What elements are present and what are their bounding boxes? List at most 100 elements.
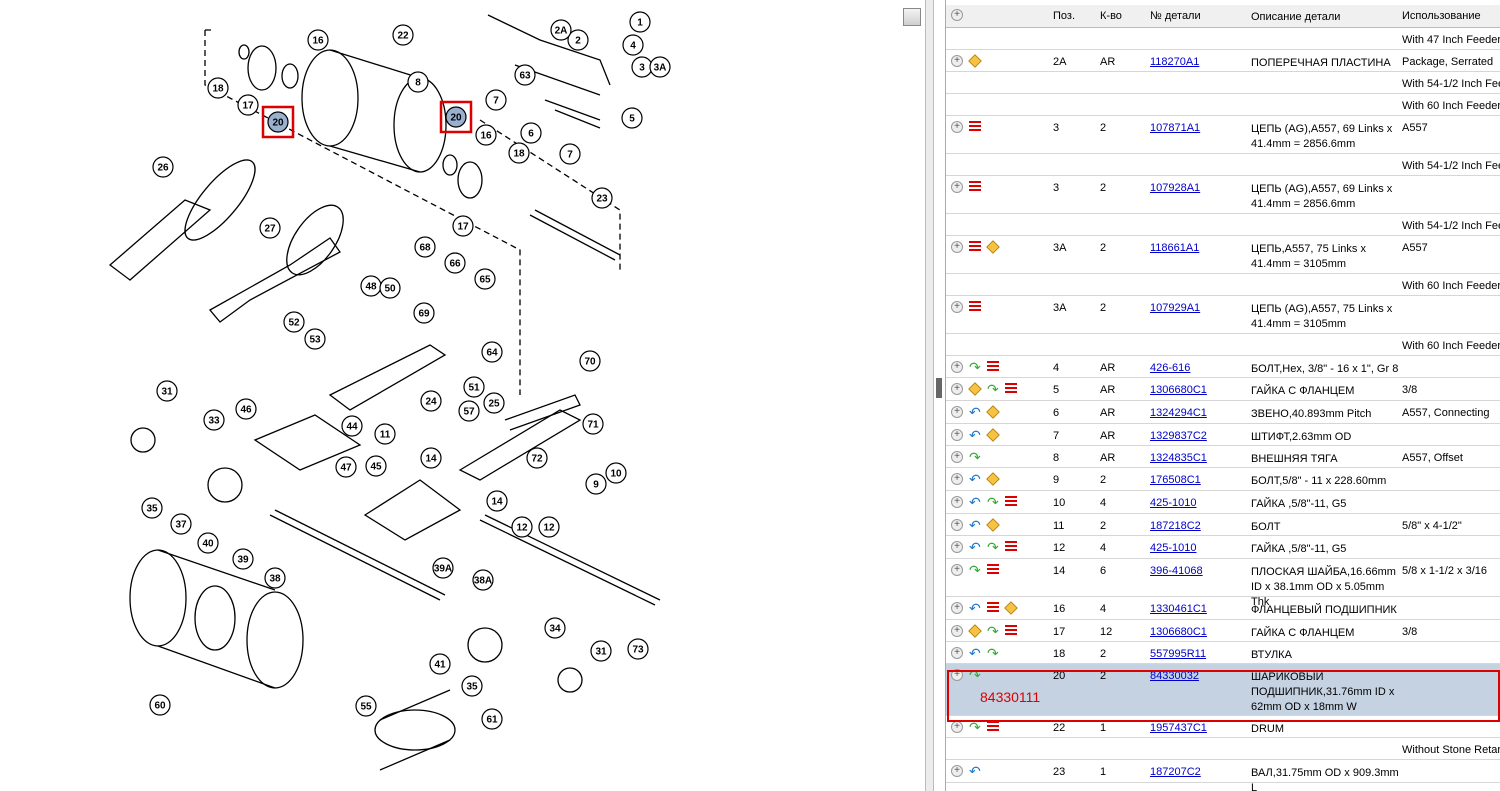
table-row[interactable]: + ↶ ↷ 12 4 425-1010 ГАЙКА ,5/8"-11, G5 (946, 536, 1500, 559)
list-icon[interactable] (987, 564, 999, 576)
expand-icon[interactable]: + (951, 602, 963, 614)
expand-icon[interactable]: + (951, 625, 963, 637)
back-arrow-icon[interactable]: ↶ (969, 405, 981, 419)
callout-8[interactable]: 8 (407, 71, 429, 93)
callout-65[interactable]: 65 (474, 268, 496, 290)
list-icon[interactable] (969, 301, 981, 313)
callout-68[interactable]: 68 (414, 236, 436, 258)
callout-35[interactable]: 35 (461, 675, 483, 697)
part-number-link[interactable]: 1329837C2 (1150, 430, 1207, 442)
part-number-link[interactable]: 118270A1 (1150, 56, 1199, 68)
table-row[interactable]: +2A AR 118270A1 ПОПЕРЕЧНАЯ ПЛАСТИНА Package,… (946, 50, 1500, 72)
list-icon[interactable] (987, 602, 999, 614)
callout-70[interactable]: 70 (579, 350, 601, 372)
replacement-arrow-icon[interactable]: ↷ (987, 624, 999, 638)
callout-72[interactable]: 72 (526, 447, 548, 469)
expand-icon[interactable]: + (951, 647, 963, 659)
table-row[interactable]: + ↶ 9 2 176508C1 БОЛТ,5/8" - 11 x 228.60mm (946, 468, 1500, 491)
expand-icon[interactable]: + (951, 121, 963, 133)
list-icon[interactable] (1005, 383, 1017, 395)
expand-icon[interactable]: + (951, 496, 963, 508)
replacement-arrow-icon[interactable]: ↷ (969, 360, 981, 374)
part-number-link[interactable]: 118661A1 (1150, 242, 1199, 254)
header-description[interactable]: Описание детали (1251, 10, 1399, 25)
part-number-link[interactable]: 426-616 (1150, 362, 1190, 374)
callout-31[interactable]: 31 (590, 640, 612, 662)
back-arrow-icon[interactable]: ↶ (969, 540, 981, 554)
back-arrow-icon[interactable]: ↶ (969, 428, 981, 442)
usage-note-row[interactable]: With 60 Inch Feeder (946, 274, 1500, 296)
part-number-link[interactable]: 107928A1 (1150, 182, 1200, 194)
expand-all-icon[interactable]: + (951, 9, 963, 21)
usage-note-row[interactable]: With 47 Inch Feeder (946, 28, 1500, 50)
callout-66[interactable]: 66 (444, 252, 466, 274)
expand-icon[interactable]: + (951, 301, 963, 313)
callout-7[interactable]: 7 (485, 89, 507, 111)
part-number-link[interactable]: 425-1010 (1150, 542, 1197, 554)
part-number-link[interactable]: 1330461C1 (1150, 603, 1207, 615)
callout-18[interactable]: 18 (508, 142, 530, 164)
splitter-grip[interactable] (936, 378, 942, 398)
part-number-link[interactable]: 1306680C1 (1150, 626, 1207, 638)
part-number-link[interactable]: 1324835C1 (1150, 452, 1207, 464)
callout-9[interactable]: 9 (585, 473, 607, 495)
callout-48[interactable]: 48 (360, 275, 382, 297)
header-part-number[interactable]: № детали (1150, 10, 1201, 22)
expand-icon[interactable]: + (951, 429, 963, 441)
callout-40[interactable]: 40 (197, 532, 219, 554)
header-usage[interactable]: Использование (1402, 10, 1481, 22)
replacement-arrow-icon[interactable]: ↷ (969, 720, 981, 734)
callout-12[interactable]: 12 (511, 516, 533, 538)
expand-icon[interactable]: + (951, 451, 963, 463)
callout-47[interactable]: 47 (335, 456, 357, 478)
callout-60[interactable]: 60 (149, 694, 171, 716)
list-icon[interactable] (1005, 625, 1017, 637)
callout-51[interactable]: 51 (463, 376, 485, 398)
callout-35[interactable]: 35 (141, 497, 163, 519)
callout-17[interactable]: 17 (237, 94, 259, 116)
replacement-arrow-icon[interactable]: ↷ (969, 563, 981, 577)
table-row[interactable]: + ↶ 7 AR 1329837C2 ШТИФТ,2.63mm OD (946, 424, 1500, 446)
table-row[interactable]: + ↶ 6 AR 1324294C1 ЗВЕНО,40.893mm Pitch A557, … (946, 401, 1500, 424)
part-number-link[interactable]: 107929A1 (1150, 302, 1200, 314)
callout-31[interactable]: 31 (156, 380, 178, 402)
callout-16[interactable]: 16 (475, 124, 497, 146)
callout-20[interactable]: 20 (267, 111, 289, 133)
callout-26[interactable]: 26 (152, 156, 174, 178)
table-row[interactable]: + ↷ 4 AR 426-616 БОЛТ,Hex, 3/8" - 16 x 1", Gr… (946, 356, 1500, 378)
list-icon[interactable] (969, 181, 981, 193)
diagram-zoom-button[interactable] (903, 8, 921, 26)
list-icon[interactable] (969, 241, 981, 253)
pane-splitter[interactable] (925, 0, 934, 791)
header-qty[interactable]: К-во (1100, 10, 1122, 22)
expand-icon[interactable]: + (951, 361, 963, 373)
replacement-arrow-icon[interactable]: ↷ (969, 450, 981, 464)
replacement-arrow-icon[interactable]: ↷ (987, 382, 999, 396)
part-number-link[interactable]: 187207C2 (1150, 766, 1201, 778)
usage-note-row[interactable]: With 54-1/2 Inch Feeder (946, 72, 1500, 94)
usage-note-row[interactable]: With 60 Inch Feeder (946, 94, 1500, 116)
callout-45[interactable]: 45 (365, 455, 387, 477)
expand-icon[interactable]: + (951, 473, 963, 485)
list-icon[interactable] (969, 121, 981, 133)
part-number-link[interactable]: 1306680C1 (1150, 384, 1207, 396)
callout-64[interactable]: 64 (481, 341, 503, 363)
table-row[interactable]: +3A 2 107929A1 ЦЕПЬ (AG),A557, 75 Links x 4… (946, 296, 1500, 334)
expand-icon[interactable]: + (951, 721, 963, 733)
callout-50[interactable]: 50 (379, 277, 401, 299)
usage-note-row[interactable]: With 60 Inch Feeder (946, 334, 1500, 356)
callout-37[interactable]: 37 (170, 513, 192, 535)
part-number-link[interactable]: 176508C1 (1150, 474, 1201, 486)
table-row[interactable]: + ↷ 14 6 396-41068 ПЛОСКАЯ ШАЙБА,16.66mm ID x… (946, 559, 1500, 608)
callout-61[interactable]: 61 (481, 708, 503, 730)
list-icon[interactable] (987, 721, 999, 733)
back-arrow-icon[interactable]: ↶ (969, 764, 981, 778)
back-arrow-icon[interactable]: ↶ (969, 646, 981, 660)
replacement-arrow-icon[interactable]: ↷ (987, 495, 999, 509)
callout-7[interactable]: 7 (559, 143, 581, 165)
back-arrow-icon[interactable]: ↶ (969, 601, 981, 615)
table-row[interactable]: + ↷ 5 AR 1306680C1 ГАЙКА С ФЛАНЦЕМ 3/8 (946, 378, 1500, 401)
callout-39[interactable]: 39 (232, 548, 254, 570)
expand-icon[interactable]: + (951, 765, 963, 777)
callout-6[interactable]: 6 (520, 122, 542, 144)
